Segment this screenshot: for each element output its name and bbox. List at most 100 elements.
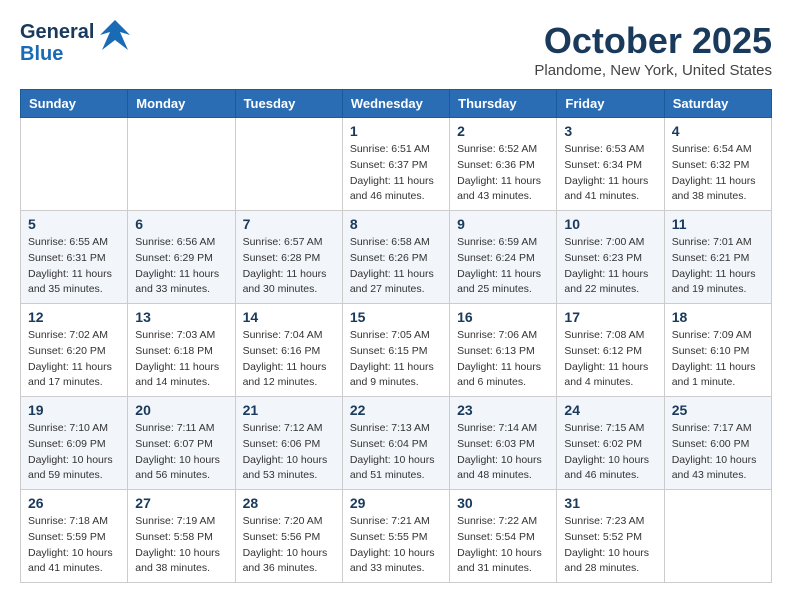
calendar-cell: 19 Sunrise: 7:10 AM Sunset: 6:09 PM Dayli… [21,397,128,490]
day-number: 28 [243,495,335,511]
calendar-cell: 11 Sunrise: 7:01 AM Sunset: 6:21 PM Dayli… [664,211,771,304]
day-info: Sunrise: 7:04 AM Sunset: 6:16 PM Dayligh… [243,328,335,391]
day-info: Sunrise: 7:09 AM Sunset: 6:10 PM Dayligh… [672,328,764,391]
calendar-cell: 18 Sunrise: 7:09 AM Sunset: 6:10 PM Dayli… [664,304,771,397]
day-info: Sunrise: 7:05 AM Sunset: 6:15 PM Dayligh… [350,328,442,391]
calendar-cell: 20 Sunrise: 7:11 AM Sunset: 6:07 PM Dayli… [128,397,235,490]
calendar-cell: 31 Sunrise: 7:23 AM Sunset: 5:52 PM Dayli… [557,490,664,583]
day-number: 30 [457,495,549,511]
column-header-sunday: Sunday [21,90,128,118]
logo-bird-icon [100,20,130,65]
day-info: Sunrise: 6:58 AM Sunset: 6:26 PM Dayligh… [350,235,442,298]
calendar-cell: 21Sunrise: 7:12 AM Sunset: 6:06 PM Dayli… [235,397,342,490]
calendar-cell: 13 Sunrise: 7:03 AM Sunset: 6:18 PM Dayli… [128,304,235,397]
day-number: 5 [28,216,120,232]
calendar-cell: 12Sunrise: 7:02 AM Sunset: 6:20 PM Dayli… [21,304,128,397]
calendar-cell: 9 Sunrise: 6:59 AM Sunset: 6:24 PM Daylig… [450,211,557,304]
day-number: 11 [672,216,764,232]
day-number: 4 [672,123,764,139]
week-row-2: 5 Sunrise: 6:55 AM Sunset: 6:31 PM Daylig… [21,211,772,304]
day-number: 2 [457,123,549,139]
day-info: Sunrise: 7:08 AM Sunset: 6:12 PM Dayligh… [564,328,656,391]
day-info: Sunrise: 7:22 AM Sunset: 5:54 PM Dayligh… [457,514,549,577]
day-info: Sunrise: 7:03 AM Sunset: 6:18 PM Dayligh… [135,328,227,391]
calendar-cell: 25Sunrise: 7:17 AM Sunset: 6:00 PM Dayli… [664,397,771,490]
day-info: Sunrise: 7:14 AM Sunset: 6:03 PM Dayligh… [457,421,549,484]
calendar-cell: 4 Sunrise: 6:54 AM Sunset: 6:32 PM Daylig… [664,118,771,211]
day-number: 26 [28,495,120,511]
day-info: Sunrise: 7:01 AM Sunset: 6:21 PM Dayligh… [672,235,764,298]
day-number: 8 [350,216,442,232]
day-number: 17 [564,309,656,325]
calendar-cell: 22 Sunrise: 7:13 AM Sunset: 6:04 PM Dayli… [342,397,449,490]
day-number: 21 [243,402,335,418]
day-number: 15 [350,309,442,325]
day-info: Sunrise: 6:52 AM Sunset: 6:36 PM Dayligh… [457,142,549,205]
day-number: 29 [350,495,442,511]
logo-blue: Blue [20,43,94,65]
month-title: October 2025 [534,20,772,62]
calendar-cell: 24Sunrise: 7:15 AM Sunset: 6:02 PM Dayli… [557,397,664,490]
day-number: 18 [672,309,764,325]
calendar-cell: 3Sunrise: 6:53 AM Sunset: 6:34 PM Daylig… [557,118,664,211]
calendar-cell: 29 Sunrise: 7:21 AM Sunset: 5:55 PM Dayli… [342,490,449,583]
day-number: 13 [135,309,227,325]
calendar-cell: 6 Sunrise: 6:56 AM Sunset: 6:29 PM Daylig… [128,211,235,304]
day-number: 3 [564,123,656,139]
logo-general: General [20,21,94,43]
day-info: Sunrise: 6:55 AM Sunset: 6:31 PM Dayligh… [28,235,120,298]
calendar-cell: 16 Sunrise: 7:06 AM Sunset: 6:13 PM Dayli… [450,304,557,397]
calendar-cell: 14 Sunrise: 7:04 AM Sunset: 6:16 PM Dayli… [235,304,342,397]
calendar-cell: 7Sunrise: 6:57 AM Sunset: 6:28 PM Daylig… [235,211,342,304]
column-header-monday: Monday [128,90,235,118]
day-number: 7 [243,216,335,232]
day-info: Sunrise: 6:56 AM Sunset: 6:29 PM Dayligh… [135,235,227,298]
day-info: Sunrise: 7:20 AM Sunset: 5:56 PM Dayligh… [243,514,335,577]
day-number: 16 [457,309,549,325]
day-info: Sunrise: 7:11 AM Sunset: 6:07 PM Dayligh… [135,421,227,484]
week-row-4: 19 Sunrise: 7:10 AM Sunset: 6:09 PM Dayli… [21,397,772,490]
day-info: Sunrise: 7:06 AM Sunset: 6:13 PM Dayligh… [457,328,549,391]
calendar-cell: 2 Sunrise: 6:52 AM Sunset: 6:36 PM Daylig… [450,118,557,211]
day-info: Sunrise: 7:23 AM Sunset: 5:52 PM Dayligh… [564,514,656,577]
calendar-cell: 23 Sunrise: 7:14 AM Sunset: 6:03 PM Dayli… [450,397,557,490]
day-info: Sunrise: 7:00 AM Sunset: 6:23 PM Dayligh… [564,235,656,298]
day-number: 14 [243,309,335,325]
logo: General Blue [20,20,130,65]
column-header-tuesday: Tuesday [235,90,342,118]
day-info: Sunrise: 6:54 AM Sunset: 6:32 PM Dayligh… [672,142,764,205]
day-info: Sunrise: 7:17 AM Sunset: 6:00 PM Dayligh… [672,421,764,484]
calendar-cell: 30 Sunrise: 7:22 AM Sunset: 5:54 PM Dayli… [450,490,557,583]
day-info: Sunrise: 7:13 AM Sunset: 6:04 PM Dayligh… [350,421,442,484]
calendar-cell: 27Sunrise: 7:19 AM Sunset: 5:58 PM Dayli… [128,490,235,583]
calendar-header-row: SundayMondayTuesdayWednesdayThursdayFrid… [21,90,772,118]
day-number: 9 [457,216,549,232]
calendar-cell [21,118,128,211]
day-number: 12 [28,309,120,325]
week-row-3: 12Sunrise: 7:02 AM Sunset: 6:20 PM Dayli… [21,304,772,397]
column-header-wednesday: Wednesday [342,90,449,118]
day-info: Sunrise: 7:21 AM Sunset: 5:55 PM Dayligh… [350,514,442,577]
location: Plandome, New York, United States [534,62,772,79]
column-header-thursday: Thursday [450,90,557,118]
calendar-cell: 17 Sunrise: 7:08 AM Sunset: 6:12 PM Dayli… [557,304,664,397]
day-info: Sunrise: 6:59 AM Sunset: 6:24 PM Dayligh… [457,235,549,298]
column-header-friday: Friday [557,90,664,118]
day-number: 23 [457,402,549,418]
page-header: General Blue October 2025 Plandome, New … [20,20,772,79]
calendar-cell: 8 Sunrise: 6:58 AM Sunset: 6:26 PM Daylig… [342,211,449,304]
calendar-cell: 26 Sunrise: 7:18 AM Sunset: 5:59 PM Dayli… [21,490,128,583]
calendar-cell: 10Sunrise: 7:00 AM Sunset: 6:23 PM Dayli… [557,211,664,304]
day-number: 6 [135,216,227,232]
day-number: 22 [350,402,442,418]
day-info: Sunrise: 7:10 AM Sunset: 6:09 PM Dayligh… [28,421,120,484]
calendar-cell [235,118,342,211]
calendar-cell: 1Sunrise: 6:51 AM Sunset: 6:37 PM Daylig… [342,118,449,211]
day-number: 31 [564,495,656,511]
day-number: 20 [135,402,227,418]
day-number: 24 [564,402,656,418]
day-number: 19 [28,402,120,418]
calendar-cell [128,118,235,211]
day-info: Sunrise: 7:18 AM Sunset: 5:59 PM Dayligh… [28,514,120,577]
day-info: Sunrise: 7:19 AM Sunset: 5:58 PM Dayligh… [135,514,227,577]
